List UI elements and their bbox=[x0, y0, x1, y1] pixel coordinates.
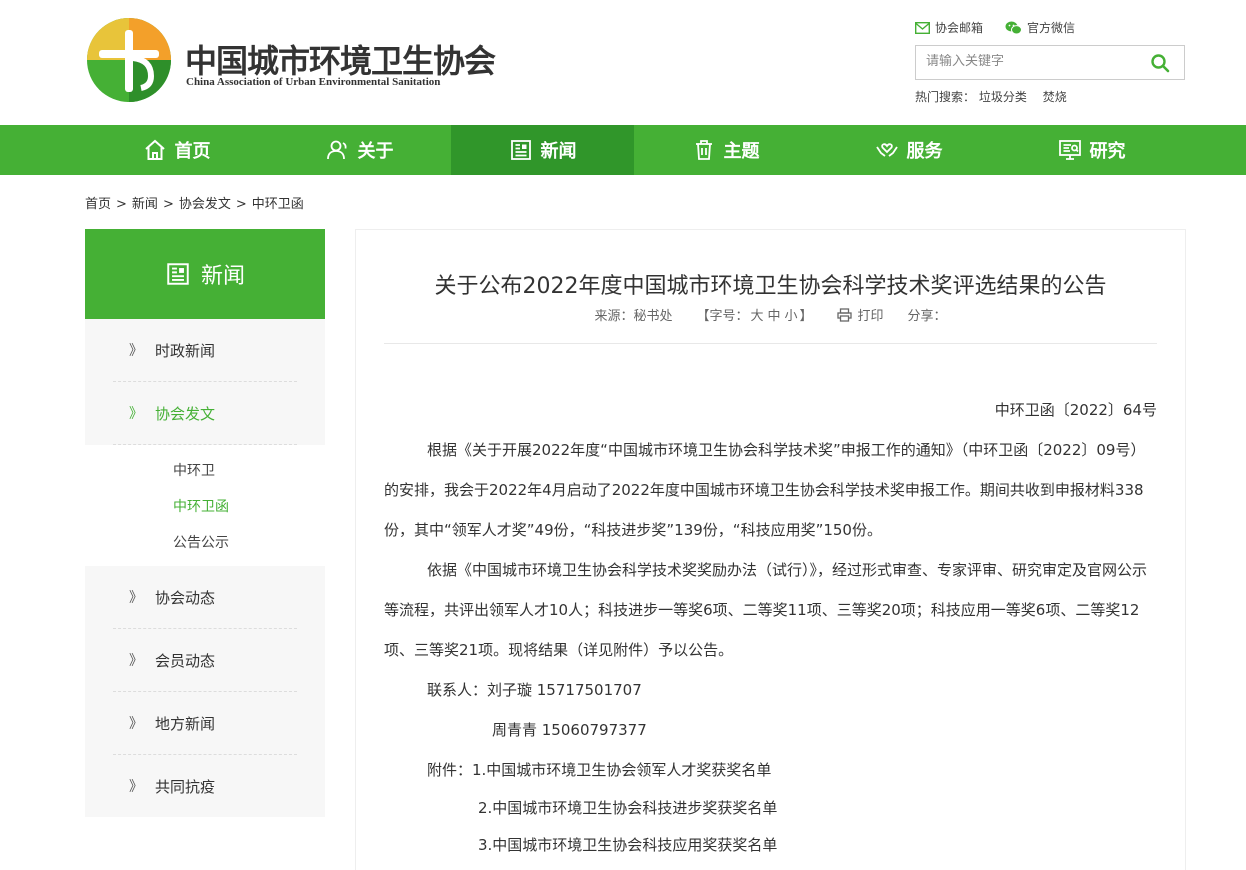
wechat-icon bbox=[1005, 21, 1023, 34]
sidebar-item-member-news[interactable]: 》 会员动态 bbox=[113, 629, 297, 692]
site-header: 中国城市环境卫生协会 China Association of Urban En… bbox=[0, 0, 1246, 125]
search-icon[interactable] bbox=[1150, 53, 1170, 73]
print-label: 打印 bbox=[857, 309, 884, 324]
official-wechat-link[interactable]: 官方微信 bbox=[1005, 19, 1075, 36]
document-number: 中环卫函〔2022〕64号 bbox=[994, 401, 1157, 419]
breadcrumb-home[interactable]: 首页 bbox=[85, 197, 111, 212]
sidebar: 新闻 》 时政新闻 》 协会发文 中环卫 中环卫函 公告公示 》 协会动态 》 … bbox=[85, 229, 325, 817]
sidebar-menu: 》 时政新闻 》 协会发文 中环卫 中环卫函 公告公示 》 协会动态 》 会员动… bbox=[85, 319, 325, 817]
font-size-medium[interactable]: 中 bbox=[767, 309, 780, 324]
wechat-link-label: 官方微信 bbox=[1027, 21, 1076, 35]
nav-news-label: 新闻 bbox=[540, 141, 577, 162]
news-icon bbox=[167, 263, 189, 285]
attachment-link[interactable]: 3.中国城市环境卫生协会科技应用奖获奖名单 bbox=[384, 827, 1157, 864]
news-icon bbox=[510, 140, 531, 160]
article-title: 关于公布2022年度中国城市环境卫生协会科学技术奖评选结果的公告 bbox=[434, 274, 1107, 299]
article-paragraph: 根据《关于开展2022年度“中国城市环境卫生协会科学技术奖”申报工作的通知》（中… bbox=[384, 441, 1146, 539]
sidebar-header: 新闻 bbox=[85, 229, 325, 319]
top-links: 协会邮箱 官方微信 bbox=[915, 19, 1075, 36]
hot-search-label: 热门搜索： bbox=[915, 90, 976, 104]
main-nav: 首页 关于 新闻 主题 服务 研究 bbox=[0, 125, 1246, 175]
hot-search-keyword[interactable]: 垃圾分类 bbox=[979, 90, 1027, 104]
sidebar-subitem-zhonghuanwei[interactable]: 中环卫 bbox=[85, 453, 325, 489]
nav-research-label: 研究 bbox=[1089, 141, 1126, 162]
nav-research[interactable]: 研究 bbox=[1000, 125, 1183, 175]
sidebar-subitem-announcements[interactable]: 公告公示 bbox=[85, 525, 325, 561]
article-meta: 来源：秘书处 【字号：大中小】 打印 分享： bbox=[356, 305, 1185, 324]
sidebar-item-association-news[interactable]: 》 协会动态 bbox=[113, 566, 297, 629]
nav-news[interactable]: 新闻 bbox=[451, 125, 634, 175]
font-size-label: 【字号： bbox=[696, 309, 749, 324]
nav-home[interactable]: 首页 bbox=[85, 125, 268, 175]
attachment-link[interactable]: 2.中国城市环境卫生协会科技进步奖获奖名单 bbox=[384, 790, 1157, 827]
home-icon bbox=[144, 139, 165, 160]
research-monitor-icon bbox=[1058, 140, 1081, 160]
sidebar-item-association-docs[interactable]: 》 协会发文 bbox=[113, 382, 297, 445]
nav-topic[interactable]: 主题 bbox=[634, 125, 817, 175]
breadcrumb: 首页 > 新闻 > 协会发文 > 中环卫函 bbox=[85, 197, 304, 212]
article-source: 来源：秘书处 bbox=[594, 309, 673, 324]
hot-search-keyword[interactable]: 焚烧 bbox=[1043, 90, 1067, 104]
logo-mark-icon bbox=[87, 18, 171, 102]
site-logo[interactable]: 中国城市环境卫生协会 China Association of Urban En… bbox=[85, 16, 496, 106]
email-link-label: 协会邮箱 bbox=[935, 21, 984, 35]
nav-about[interactable]: 关于 bbox=[268, 125, 451, 175]
font-size-large[interactable]: 大 bbox=[750, 309, 763, 324]
contact-person: 周青青 15060797377 bbox=[492, 721, 647, 739]
sidebar-item-label: 共同抗疫 bbox=[155, 777, 216, 796]
association-email-link[interactable]: 协会邮箱 bbox=[915, 19, 983, 36]
printer-icon bbox=[836, 307, 852, 322]
breadcrumb-news[interactable]: 新闻 bbox=[132, 197, 158, 212]
double-chevron-icon: 》 bbox=[129, 779, 143, 795]
search-box bbox=[915, 45, 1185, 80]
font-size-small[interactable]: 小 bbox=[785, 309, 798, 324]
nav-topic-label: 主题 bbox=[723, 141, 760, 162]
share-label: 分享： bbox=[907, 309, 947, 324]
double-chevron-icon: 》 bbox=[129, 653, 143, 669]
logo-english-name: China Association of Urban Environmental… bbox=[186, 76, 441, 88]
contact-person: 联系人：刘子璇 15717501707 bbox=[427, 681, 642, 699]
search-input[interactable] bbox=[926, 54, 1136, 69]
article-body: 中环卫函〔2022〕64号 根据《关于开展2022年度“中国城市环境卫生协会科学… bbox=[384, 390, 1157, 864]
double-chevron-icon: 》 bbox=[129, 406, 143, 422]
article-paragraph: 依据《中国城市环境卫生协会科学技术奖奖励办法（试行）》，经过形式审查、专家评审、… bbox=[384, 561, 1148, 659]
breadcrumb-current[interactable]: 中环卫函 bbox=[252, 197, 304, 212]
sidebar-item-label: 地方新闻 bbox=[155, 714, 216, 733]
mail-icon bbox=[915, 21, 930, 34]
double-chevron-icon: 》 bbox=[129, 343, 143, 359]
sidebar-item-label: 会员动态 bbox=[155, 651, 216, 670]
trash-bin-icon bbox=[695, 140, 712, 160]
sidebar-subitem-zhonghuanweihan[interactable]: 中环卫函 bbox=[85, 489, 325, 525]
sidebar-title: 新闻 bbox=[200, 264, 245, 289]
double-chevron-icon: 》 bbox=[129, 716, 143, 732]
sidebar-item-label: 协会动态 bbox=[155, 588, 216, 607]
sidebar-item-label: 协会发文 bbox=[155, 404, 216, 423]
nav-service[interactable]: 服务 bbox=[817, 125, 1000, 175]
sidebar-item-local-news[interactable]: 》 地方新闻 bbox=[113, 692, 297, 755]
nav-service-label: 服务 bbox=[906, 141, 943, 162]
font-size-control: 【字号：大中小】 bbox=[696, 305, 812, 324]
user-icon bbox=[326, 140, 347, 160]
sidebar-item-policy-news[interactable]: 》 时政新闻 bbox=[113, 319, 297, 382]
nav-home-label: 首页 bbox=[174, 141, 211, 162]
nav-about-label: 关于 bbox=[357, 141, 394, 162]
article: 关于公布2022年度中国城市环境卫生协会科学技术奖评选结果的公告 来源：秘书处 … bbox=[355, 229, 1186, 870]
hot-searches: 热门搜索： 垃圾分类 焚烧 bbox=[915, 88, 1079, 105]
attachment-link[interactable]: 附件：1.中国城市环境卫生协会领军人才奖获奖名单 bbox=[384, 750, 1157, 790]
font-size-close: 】 bbox=[799, 309, 813, 324]
double-chevron-icon: 》 bbox=[129, 590, 143, 606]
article-divider bbox=[384, 343, 1157, 344]
sidebar-submenu: 中环卫 中环卫函 公告公示 bbox=[85, 445, 325, 566]
print-button[interactable]: 打印 bbox=[836, 305, 884, 324]
breadcrumb-association-docs[interactable]: 协会发文 bbox=[179, 197, 231, 212]
sidebar-item-fight-epidemic[interactable]: 》 共同抗疫 bbox=[113, 755, 297, 817]
sidebar-item-label: 时政新闻 bbox=[155, 341, 216, 360]
hands-heart-icon bbox=[875, 143, 898, 157]
